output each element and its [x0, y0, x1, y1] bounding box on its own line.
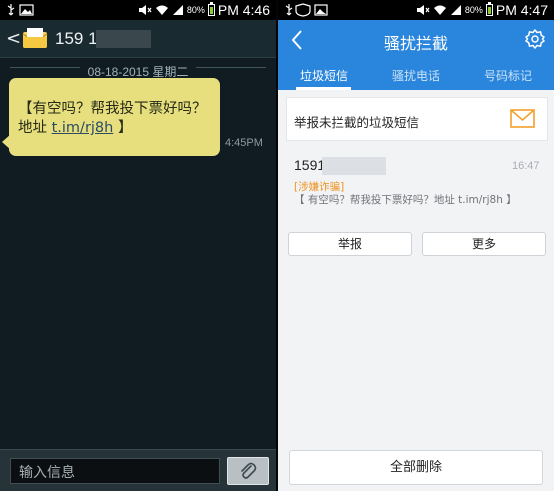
signal-icon	[450, 5, 461, 15]
message-link[interactable]: t.im/rj8h	[52, 120, 114, 136]
mail-icon	[510, 109, 535, 128]
redacted-number-mask	[96, 30, 151, 48]
compose-bar: 输入信息	[0, 449, 276, 491]
report-button[interactable]: 举报	[288, 232, 412, 256]
mute-icon	[138, 5, 152, 15]
tab-bar: 垃圾短信 骚扰电话 号码标记	[278, 60, 554, 90]
sender-number: 1591	[294, 157, 326, 173]
battery-icon	[485, 2, 493, 16]
attach-button[interactable]	[227, 457, 269, 485]
status-time: PM 4:47	[495, 2, 548, 18]
app-header: 骚扰拦截	[278, 20, 554, 60]
tab-spam-sms[interactable]: 垃圾短信	[278, 67, 370, 84]
wifi-icon	[155, 5, 168, 15]
conversation-header: < 159 1	[0, 20, 276, 58]
incoming-message-bubble[interactable]: 【有空吗？帮我投下票好吗？地址 t.im/rj8h 】	[9, 78, 220, 156]
envelope-icon	[22, 28, 48, 48]
more-button[interactable]: 更多	[422, 232, 546, 256]
status-time: PM 4:46	[217, 2, 270, 18]
message-input[interactable]: 输入信息	[10, 458, 220, 484]
sms-time: 16:47	[512, 160, 540, 172]
spam-block-screen: 80% PM 4:47 骚扰拦截 垃圾短信 骚扰电话 号码标记 举报未拦截的垃圾…	[278, 0, 554, 491]
delete-all-button[interactable]: 全部删除	[289, 450, 543, 485]
usb-icon	[7, 4, 34, 16]
report-row-label: 举报未拦截的垃圾短信	[294, 115, 420, 130]
message-text: 【有空吗？帮我投下票好吗？地址 t.im/rj8h 】	[18, 100, 214, 138]
paperclip-icon	[241, 462, 257, 479]
redacted-number-mask	[322, 157, 386, 175]
tab-number-tags[interactable]: 号码标记	[462, 67, 554, 84]
blocked-sms-card[interactable]: 1591 16:47 [涉嫌诈骗] 【 有空吗？帮我投下票好吗？地址 t.im/…	[286, 150, 548, 262]
battery-icon	[207, 2, 215, 16]
status-icons: 80% PM 4:46	[138, 1, 270, 19]
sms-content: 【 有空吗？帮我投下票好吗？地址 t.im/rj8h 】	[294, 194, 517, 206]
sms-conversation-screen: 80% PM 4:46 < 159 1 08-18-2015 星期二 【有空吗？…	[0, 0, 276, 491]
battery-percent: 80%	[186, 5, 205, 15]
active-tab-indicator	[296, 87, 351, 90]
separator-line	[10, 67, 80, 68]
message-text-part: 】	[113, 120, 133, 136]
report-unblocked-sms-row[interactable]: 举报未拦截的垃圾短信	[286, 97, 548, 141]
contact-number: 159 1	[55, 29, 98, 48]
status-bar: 80% PM 4:47	[278, 0, 554, 20]
message-time: 4:45PM	[225, 137, 263, 149]
signal-icon	[172, 5, 183, 15]
mute-icon	[416, 5, 430, 15]
battery-percent: 80%	[464, 5, 483, 15]
date-separator: 08-18-2015 星期二	[0, 61, 276, 79]
date-label: 08-18-2015 星期二	[83, 65, 193, 79]
status-icons: 80% PM 4:47	[416, 1, 548, 19]
wifi-icon	[433, 5, 446, 15]
usb-icon	[285, 3, 328, 17]
page-title: 骚扰拦截	[383, 34, 448, 53]
tab-spam-calls[interactable]: 骚扰电话	[370, 67, 462, 84]
status-bar: 80% PM 4:46	[0, 0, 276, 20]
back-icon[interactable]: <	[6, 28, 21, 49]
separator-line	[196, 67, 266, 68]
gear-icon[interactable]	[524, 28, 546, 50]
